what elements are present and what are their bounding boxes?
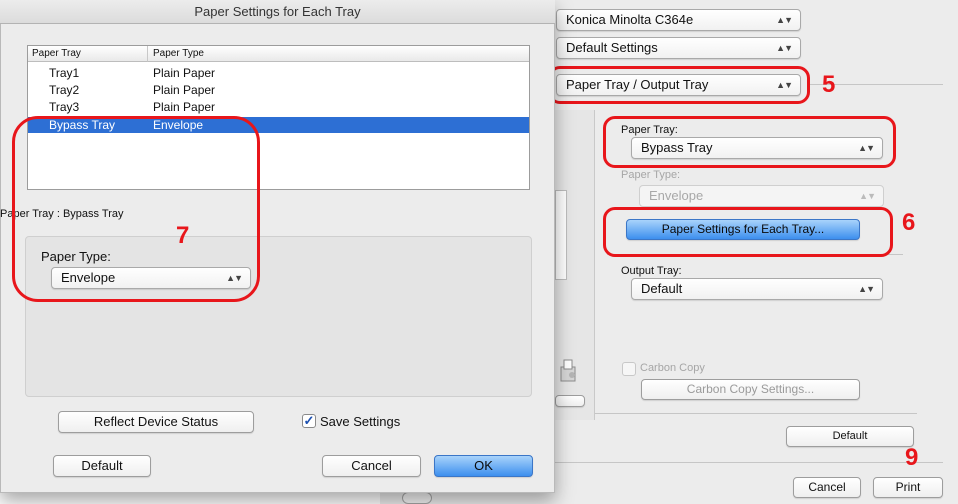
carbon-copy-label: Carbon Copy (640, 362, 705, 374)
output-tray-popup[interactable]: Default ▲▼ (631, 278, 883, 300)
callout-paper-settings (603, 207, 893, 257)
carbon-copy-checkbox[interactable] (622, 362, 636, 376)
sheet-title: Paper Settings for Each Tray (0, 0, 555, 24)
page-preview (555, 190, 567, 280)
presets-value: Default Settings (566, 40, 658, 55)
save-settings-checkbox[interactable]: ✓ (302, 414, 316, 428)
printer-value: Konica Minolta C364e (566, 12, 694, 27)
tray-cell: Tray3 (49, 100, 80, 114)
callout-number-9: 9 (905, 444, 919, 471)
preview-button[interactable] (555, 395, 585, 407)
type-cell: Plain Paper (153, 66, 216, 80)
popup-arrows-icon: ▲▼ (776, 43, 793, 53)
callout-number-7: 7 (176, 222, 190, 249)
table-row[interactable]: Tray3 Plain Paper (28, 100, 529, 114)
printer-popup[interactable]: Konica Minolta C364e ▲▼ (556, 9, 801, 31)
callout-panel-popup (548, 66, 810, 104)
callout-sheet-paper-type (12, 116, 260, 302)
paper-type-label: Paper Type: (621, 169, 681, 181)
tray-cell: Tray1 (49, 66, 80, 80)
sheet-ok-button[interactable]: OK (434, 455, 533, 477)
save-settings-label: Save Settings (320, 414, 401, 429)
type-cell: Plain Paper (153, 100, 216, 114)
callout-paper-tray (603, 116, 896, 168)
table-row[interactable]: Tray2 Plain Paper (28, 83, 529, 97)
print-button[interactable]: Print (873, 477, 943, 498)
callout-number-6: 6 (902, 209, 916, 236)
print-cancel-button[interactable]: Cancel (793, 477, 861, 498)
presets-popup[interactable]: Default Settings ▲▼ (556, 37, 801, 59)
carbon-copy-settings-button[interactable]: Carbon Copy Settings... (641, 379, 860, 400)
printer-preview-icon (558, 357, 580, 385)
callout-number-5: 5 (822, 71, 836, 98)
paper-type-value: Envelope (649, 188, 704, 203)
divider (595, 413, 917, 414)
sheet-cancel-button[interactable]: Cancel (322, 455, 421, 477)
table-row[interactable]: Tray1 Plain Paper (28, 66, 529, 80)
reflect-device-status-button[interactable]: Reflect Device Status (58, 411, 254, 433)
column-header-paper-tray[interactable]: Paper Tray (28, 46, 148, 62)
column-header-paper-type[interactable]: Paper Type (148, 46, 529, 62)
popup-arrows-icon: ▲▼ (859, 191, 876, 201)
output-tray-value: Default (641, 281, 683, 296)
divider (555, 462, 943, 463)
sheet-default-button[interactable]: Default (53, 455, 151, 477)
output-tray-label: Output Tray: (621, 265, 682, 277)
popup-arrows-icon: ▲▼ (776, 15, 793, 25)
help-button[interactable] (402, 492, 432, 504)
paper-type-popup[interactable]: Envelope ▲▼ (639, 185, 884, 207)
tray-cell: Tray2 (49, 83, 80, 97)
panel-default-button[interactable]: Default (786, 426, 914, 447)
popup-arrows-icon: ▲▼ (858, 284, 875, 294)
checkmark-icon: ✓ (303, 413, 315, 428)
type-cell: Plain Paper (153, 83, 216, 97)
